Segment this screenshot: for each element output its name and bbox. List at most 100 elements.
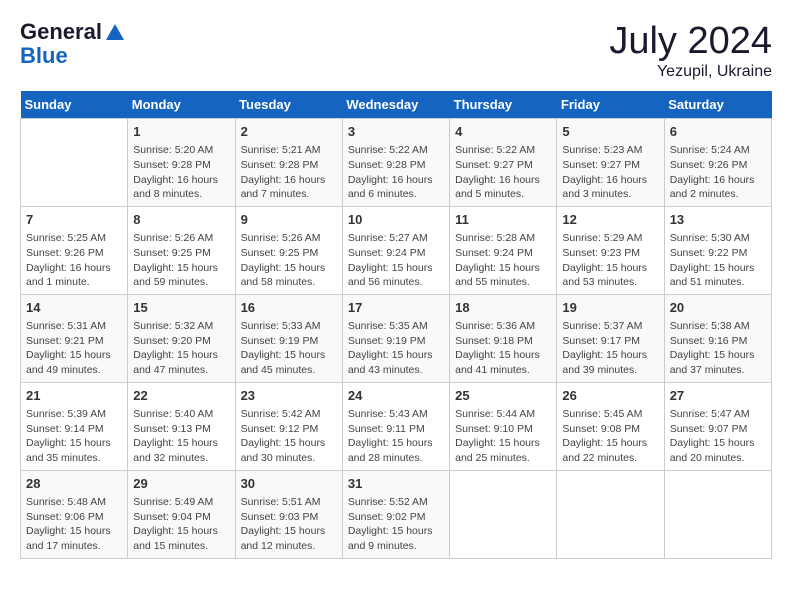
weekday-header-saturday: Saturday <box>664 91 771 119</box>
calendar-table: SundayMondayTuesdayWednesdayThursdayFrid… <box>20 91 772 559</box>
month-title: July 2024 <box>609 20 772 63</box>
day-number: 14 <box>26 299 122 317</box>
calendar-cell: 25 Sunrise: 5:44 AM Sunset: 9:10 PM Dayli… <box>450 382 557 470</box>
day-info: Sunrise: 5:20 AM Sunset: 9:28 PM Dayligh… <box>133 143 229 202</box>
day-number: 31 <box>348 475 444 493</box>
day-info: Sunrise: 5:22 AM Sunset: 9:27 PM Dayligh… <box>455 143 551 202</box>
weekday-header-tuesday: Tuesday <box>235 91 342 119</box>
day-info: Sunrise: 5:30 AM Sunset: 9:22 PM Dayligh… <box>670 231 766 290</box>
day-info: Sunrise: 5:37 AM Sunset: 9:17 PM Dayligh… <box>562 319 658 378</box>
day-info: Sunrise: 5:33 AM Sunset: 9:19 PM Dayligh… <box>241 319 337 378</box>
calendar-cell: 11Sunrise: 5:28 AM Sunset: 9:24 PM Dayli… <box>450 206 557 294</box>
calendar-cell: 4 Sunrise: 5:22 AM Sunset: 9:27 PM Daylig… <box>450 119 557 207</box>
day-number: 17 <box>348 299 444 317</box>
day-number: 13 <box>670 211 766 229</box>
calendar-cell: 26 Sunrise: 5:45 AM Sunset: 9:08 PM Dayli… <box>557 382 664 470</box>
logo: General Blue <box>20 20 128 68</box>
calendar-cell: 14 Sunrise: 5:31 AM Sunset: 9:21 PM Dayli… <box>21 294 128 382</box>
day-number: 15 <box>133 299 229 317</box>
calendar-cell: 29Sunrise: 5:49 AM Sunset: 9:04 PM Dayli… <box>128 470 235 558</box>
weekday-header-thursday: Thursday <box>450 91 557 119</box>
weekday-header-friday: Friday <box>557 91 664 119</box>
day-info: Sunrise: 5:48 AM Sunset: 9:06 PM Dayligh… <box>26 495 122 554</box>
day-info: Sunrise: 5:38 AM Sunset: 9:16 PM Dayligh… <box>670 319 766 378</box>
calendar-cell: 24 Sunrise: 5:43 AM Sunset: 9:11 PM Dayli… <box>342 382 449 470</box>
day-info: Sunrise: 5:40 AM Sunset: 9:13 PM Dayligh… <box>133 407 229 466</box>
calendar-cell: 31 Sunrise: 5:52 AM Sunset: 9:02 PM Dayli… <box>342 470 449 558</box>
title-block: July 2024 Yezupil, Ukraine <box>609 20 772 81</box>
day-number: 25 <box>455 387 551 405</box>
calendar-cell: 15 Sunrise: 5:32 AM Sunset: 9:20 PM Dayli… <box>128 294 235 382</box>
day-info: Sunrise: 5:25 AM Sunset: 9:26 PM Dayligh… <box>26 231 122 290</box>
calendar-cell: 30Sunrise: 5:51 AM Sunset: 9:03 PM Dayli… <box>235 470 342 558</box>
day-info: Sunrise: 5:22 AM Sunset: 9:28 PM Dayligh… <box>348 143 444 202</box>
week-row-5: 28Sunrise: 5:48 AM Sunset: 9:06 PM Dayli… <box>21 470 772 558</box>
calendar-cell: 20Sunrise: 5:38 AM Sunset: 9:16 PM Dayli… <box>664 294 771 382</box>
week-row-3: 14 Sunrise: 5:31 AM Sunset: 9:21 PM Dayli… <box>21 294 772 382</box>
calendar-cell: 8Sunrise: 5:26 AM Sunset: 9:25 PM Daylig… <box>128 206 235 294</box>
day-info: Sunrise: 5:43 AM Sunset: 9:11 PM Dayligh… <box>348 407 444 466</box>
week-row-4: 21Sunrise: 5:39 AM Sunset: 9:14 PM Dayli… <box>21 382 772 470</box>
calendar-cell: 22 Sunrise: 5:40 AM Sunset: 9:13 PM Dayli… <box>128 382 235 470</box>
day-info: Sunrise: 5:32 AM Sunset: 9:20 PM Dayligh… <box>133 319 229 378</box>
week-row-1: 1 Sunrise: 5:20 AM Sunset: 9:28 PM Daylig… <box>21 119 772 207</box>
day-number: 11 <box>455 211 551 229</box>
calendar-cell: 6 Sunrise: 5:24 AM Sunset: 9:26 PM Daylig… <box>664 119 771 207</box>
calendar-cell: 21Sunrise: 5:39 AM Sunset: 9:14 PM Dayli… <box>21 382 128 470</box>
day-info: Sunrise: 5:52 AM Sunset: 9:02 PM Dayligh… <box>348 495 444 554</box>
day-info: Sunrise: 5:42 AM Sunset: 9:12 PM Dayligh… <box>241 407 337 466</box>
calendar-cell <box>21 119 128 207</box>
day-number: 10 <box>348 211 444 229</box>
day-number: 19 <box>562 299 658 317</box>
day-info: Sunrise: 5:21 AM Sunset: 9:28 PM Dayligh… <box>241 143 337 202</box>
calendar-cell <box>557 470 664 558</box>
calendar-cell: 3 Sunrise: 5:22 AM Sunset: 9:28 PM Daylig… <box>342 119 449 207</box>
weekday-header-sunday: Sunday <box>21 91 128 119</box>
day-info: Sunrise: 5:27 AM Sunset: 9:24 PM Dayligh… <box>348 231 444 290</box>
calendar-cell: 17 Sunrise: 5:35 AM Sunset: 9:19 PM Dayli… <box>342 294 449 382</box>
day-info: Sunrise: 5:26 AM Sunset: 9:25 PM Dayligh… <box>133 231 229 290</box>
day-info: Sunrise: 5:29 AM Sunset: 9:23 PM Dayligh… <box>562 231 658 290</box>
day-info: Sunrise: 5:44 AM Sunset: 9:10 PM Dayligh… <box>455 407 551 466</box>
day-info: Sunrise: 5:24 AM Sunset: 9:26 PM Dayligh… <box>670 143 766 202</box>
calendar-cell: 18Sunrise: 5:36 AM Sunset: 9:18 PM Dayli… <box>450 294 557 382</box>
calendar-cell: 12Sunrise: 5:29 AM Sunset: 9:23 PM Dayli… <box>557 206 664 294</box>
logo-text: General <box>20 20 128 44</box>
calendar-cell: 5 Sunrise: 5:23 AM Sunset: 9:27 PM Daylig… <box>557 119 664 207</box>
day-number: 27 <box>670 387 766 405</box>
day-info: Sunrise: 5:45 AM Sunset: 9:08 PM Dayligh… <box>562 407 658 466</box>
day-info: Sunrise: 5:39 AM Sunset: 9:14 PM Dayligh… <box>26 407 122 466</box>
calendar-cell: 28Sunrise: 5:48 AM Sunset: 9:06 PM Dayli… <box>21 470 128 558</box>
calendar-cell: 9 Sunrise: 5:26 AM Sunset: 9:25 PM Daylig… <box>235 206 342 294</box>
day-number: 29 <box>133 475 229 493</box>
day-number: 24 <box>348 387 444 405</box>
location-title: Yezupil, Ukraine <box>609 63 772 81</box>
logo-blue: Blue <box>20 44 128 68</box>
day-number: 22 <box>133 387 229 405</box>
calendar-cell: 1 Sunrise: 5:20 AM Sunset: 9:28 PM Daylig… <box>128 119 235 207</box>
day-info: Sunrise: 5:35 AM Sunset: 9:19 PM Dayligh… <box>348 319 444 378</box>
day-info: Sunrise: 5:47 AM Sunset: 9:07 PM Dayligh… <box>670 407 766 466</box>
day-number: 7 <box>26 211 122 229</box>
day-number: 6 <box>670 123 766 141</box>
calendar-cell: 16Sunrise: 5:33 AM Sunset: 9:19 PM Dayli… <box>235 294 342 382</box>
calendar-cell <box>450 470 557 558</box>
calendar-cell: 19 Sunrise: 5:37 AM Sunset: 9:17 PM Dayli… <box>557 294 664 382</box>
day-number: 26 <box>562 387 658 405</box>
day-info: Sunrise: 5:23 AM Sunset: 9:27 PM Dayligh… <box>562 143 658 202</box>
day-number: 2 <box>241 123 337 141</box>
day-number: 5 <box>562 123 658 141</box>
day-number: 4 <box>455 123 551 141</box>
day-number: 18 <box>455 299 551 317</box>
day-number: 1 <box>133 123 229 141</box>
day-number: 3 <box>348 123 444 141</box>
day-info: Sunrise: 5:26 AM Sunset: 9:25 PM Dayligh… <box>241 231 337 290</box>
calendar-cell: 13 Sunrise: 5:30 AM Sunset: 9:22 PM Dayli… <box>664 206 771 294</box>
calendar-cell: 23Sunrise: 5:42 AM Sunset: 9:12 PM Dayli… <box>235 382 342 470</box>
page-header: General Blue July 2024 Yezupil, Ukraine <box>20 20 772 81</box>
day-info: Sunrise: 5:31 AM Sunset: 9:21 PM Dayligh… <box>26 319 122 378</box>
day-info: Sunrise: 5:51 AM Sunset: 9:03 PM Dayligh… <box>241 495 337 554</box>
calendar-cell <box>664 470 771 558</box>
day-number: 9 <box>241 211 337 229</box>
weekday-header-monday: Monday <box>128 91 235 119</box>
